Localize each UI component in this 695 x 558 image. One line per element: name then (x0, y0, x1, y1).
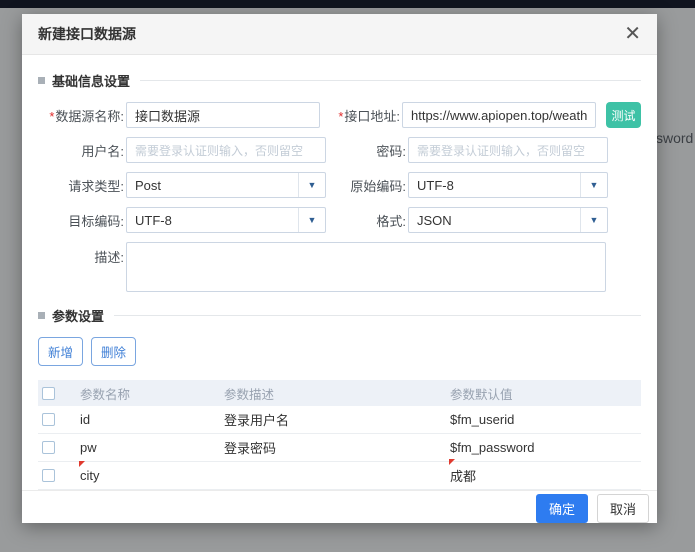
required-asterisk: * (49, 109, 54, 124)
request-type-label: 请求类型: (38, 176, 124, 195)
datasource-name-input[interactable] (126, 102, 320, 128)
param-table: 参数名称 参数描述 参数默认值 id 登录用户名 $fm_userid pw 登… (38, 380, 641, 490)
new-api-datasource-dialog: 新建接口数据源 ✕ 基础信息设置 *数据源名称: *接口地址: 测试 用户名: … (22, 14, 657, 523)
dialog-header: 新建接口数据源 ✕ (22, 14, 657, 55)
password-label: 密码: (326, 141, 406, 160)
param-desc-cell[interactable]: 登录密码 (224, 438, 444, 457)
required-asterisk: * (338, 109, 343, 124)
target-encoding-label: 目标编码: (38, 211, 124, 230)
param-default-cell[interactable]: $fm_password (450, 440, 535, 455)
param-default-cell[interactable]: $fm_userid (450, 412, 514, 427)
param-desc-cell[interactable]: 登录用户名 (224, 410, 444, 429)
table-header-row: 参数名称 参数描述 参数默认值 (38, 380, 641, 406)
chevron-down-icon: ▼ (580, 208, 607, 232)
username-label: 用户名: (38, 141, 124, 160)
row-tgtenc-format: 目标编码: UTF-8 ▼ 格式: JSON ▼ (38, 207, 641, 233)
row-checkbox[interactable] (42, 441, 55, 454)
section-divider (140, 80, 641, 81)
password-input[interactable] (408, 137, 608, 163)
browser-top-bar (0, 0, 695, 8)
chevron-down-icon: ▼ (580, 173, 607, 197)
section-divider (114, 315, 641, 316)
delete-param-button[interactable]: 删除 (91, 337, 136, 366)
table-row[interactable]: city 成都 (38, 462, 641, 490)
description-label: 描述: (38, 242, 124, 266)
api-url-label: *接口地址: (320, 106, 400, 125)
section-basic-info: 基础信息设置 (38, 71, 641, 90)
dialog-title: 新建接口数据源 (38, 24, 136, 44)
param-name-cell[interactable]: pw (80, 440, 97, 455)
format-select[interactable]: JSON ▼ (408, 207, 608, 233)
row-reqtype-srcenc: 请求类型: Post ▼ 原始编码: UTF-8 ▼ (38, 172, 641, 198)
add-param-button[interactable]: 新增 (38, 337, 83, 366)
cancel-button[interactable]: 取消 (597, 494, 649, 523)
param-toolbar: 新增 删除 (38, 337, 641, 366)
row-user-pass: 用户名: 密码: (38, 137, 641, 163)
username-input[interactable] (126, 137, 326, 163)
table-row[interactable]: id 登录用户名 $fm_userid (38, 406, 641, 434)
test-button[interactable]: 测试 (606, 102, 641, 128)
header-param-desc: 参数描述 (224, 384, 444, 403)
chevron-down-icon: ▼ (298, 208, 325, 232)
dialog-footer: 确定 取消 (22, 490, 657, 526)
row-description: 描述: (38, 242, 641, 292)
source-encoding-select[interactable]: UTF-8 ▼ (408, 172, 608, 198)
background-page-text: sword (656, 130, 693, 146)
param-name-cell[interactable]: id (80, 412, 90, 427)
close-icon[interactable]: ✕ (624, 24, 641, 44)
source-encoding-label: 原始编码: (326, 176, 406, 195)
request-type-select[interactable]: Post ▼ (126, 172, 326, 198)
datasource-name-label: *数据源名称: (38, 106, 124, 125)
format-label: 格式: (326, 211, 406, 230)
dirty-marker (79, 461, 85, 467)
header-param-name: 参数名称 (74, 384, 224, 403)
chevron-down-icon: ▼ (298, 173, 325, 197)
param-default-cell[interactable]: 成都 (450, 469, 476, 484)
dialog-body: 基础信息设置 *数据源名称: *接口地址: 测试 用户名: 密码: 请求类型: … (22, 55, 657, 490)
section-params: 参数设置 (38, 306, 641, 325)
section-bullet-icon (38, 312, 45, 319)
section-bullet-icon (38, 77, 45, 84)
select-all-checkbox[interactable] (42, 387, 55, 400)
api-url-input[interactable] (402, 102, 596, 128)
row-checkbox[interactable] (42, 413, 55, 426)
row-name-url: *数据源名称: *接口地址: 测试 (38, 102, 641, 128)
header-param-default: 参数默认值 (444, 384, 641, 403)
section-basic-title: 基础信息设置 (52, 71, 130, 90)
description-textarea[interactable] (126, 242, 606, 292)
row-checkbox[interactable] (42, 469, 55, 482)
table-row[interactable]: pw 登录密码 $fm_password (38, 434, 641, 462)
ok-button[interactable]: 确定 (536, 494, 588, 523)
param-name-cell[interactable]: city (80, 468, 100, 483)
dirty-marker (449, 459, 455, 465)
section-params-title: 参数设置 (52, 306, 104, 325)
target-encoding-select[interactable]: UTF-8 ▼ (126, 207, 326, 233)
